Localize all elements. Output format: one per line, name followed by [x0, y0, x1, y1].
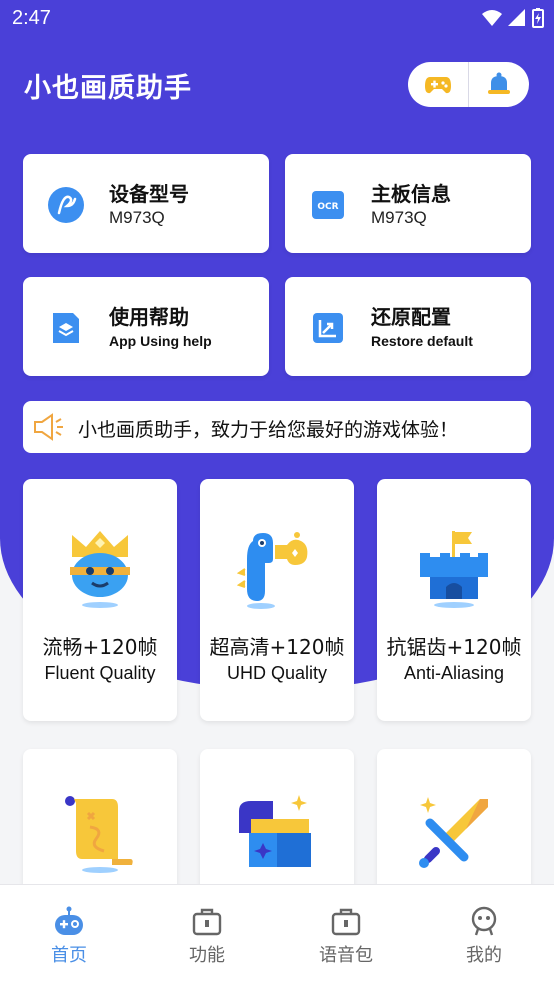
gamepad-icon: [425, 76, 451, 93]
status-time: 2:47: [12, 7, 51, 29]
signal-icon: [508, 9, 525, 26]
card-title: 还原配置: [371, 305, 451, 329]
svg-text:OCR: OCR: [317, 202, 338, 212]
card-title: 使用帮助: [109, 305, 189, 329]
toolbox-icon: [192, 908, 222, 936]
mode-subtitle: Anti-Aliasing: [403, 663, 505, 683]
nav-features[interactable]: 功能: [138, 885, 276, 986]
game-mode-button[interactable]: [408, 62, 468, 107]
nav-label: 我的: [466, 945, 502, 966]
nav-home[interactable]: 首页: [0, 885, 138, 986]
mode-title: 超高清+120帧: [209, 635, 345, 659]
nav-profile[interactable]: 我的: [415, 885, 553, 986]
speaker-icon: [34, 413, 63, 441]
chart-icon: [313, 313, 343, 343]
ocr-icon: OCR: [312, 191, 344, 219]
wifi-icon: [482, 10, 502, 26]
profile-icon: [471, 906, 497, 936]
card-subtitle: App Using help: [109, 333, 212, 349]
anti-aliasing-card[interactable]: 抗锯齿+120帧 Anti-Aliasing: [377, 479, 531, 721]
stylus-icon: [48, 187, 84, 223]
nav-label: 首页: [51, 945, 87, 966]
bell-icon: [488, 72, 510, 94]
battery-icon: [532, 8, 544, 28]
nav-voice-pack[interactable]: 语音包: [277, 885, 415, 986]
mode-subtitle: UHD Quality: [226, 663, 328, 683]
treasure-chest-icon: [239, 795, 311, 867]
restore-default-card[interactable]: 还原配置 Restore default: [285, 277, 531, 376]
nav-label: 功能: [189, 945, 225, 966]
board-info-card[interactable]: OCR 主板信息 M973Q: [285, 154, 531, 253]
status-bar: 2:47: [0, 0, 554, 38]
king-icon: [70, 531, 130, 608]
uhd-quality-card[interactable]: 超高清+120帧 UHD Quality: [200, 479, 354, 721]
notice-text: 小也画质助手，致力于给您最好的游戏体验！: [78, 419, 459, 441]
card-title: 主板信息: [371, 182, 451, 206]
fluent-quality-card[interactable]: 流畅+120帧 Fluent Quality: [23, 479, 177, 721]
nav-label: 语音包: [319, 945, 373, 966]
device-model-card[interactable]: 设备型号 M973Q: [23, 154, 269, 253]
robot-icon: [55, 906, 83, 935]
mode-title: 流畅+120帧: [42, 635, 158, 659]
dinosaur-icon: [237, 532, 308, 609]
header-actions: [408, 62, 529, 107]
card-subtitle: Restore default: [371, 333, 473, 349]
help-card[interactable]: 使用帮助 App Using help: [23, 277, 269, 376]
card-value: M973Q: [109, 208, 165, 227]
scroll-map-icon: [65, 796, 133, 873]
mode-title: 抗锯齿+120帧: [386, 635, 522, 659]
bottom-navigation: 首页 功能 语音包 我的: [0, 884, 554, 986]
castle-icon: [420, 531, 488, 608]
card-value: M973Q: [371, 208, 427, 227]
layers-icon: [53, 313, 79, 343]
mode-subtitle: Fluent Quality: [44, 663, 156, 683]
notice-banner: 小也画质助手，致力于给您最好的游戏体验！: [23, 401, 531, 453]
sword-icon: [419, 797, 488, 868]
app-title: 小也画质助手: [24, 73, 192, 104]
card-title: 设备型号: [109, 182, 189, 206]
notification-button[interactable]: [469, 62, 529, 107]
briefcase-icon: [331, 908, 361, 936]
status-icons: [482, 8, 544, 28]
